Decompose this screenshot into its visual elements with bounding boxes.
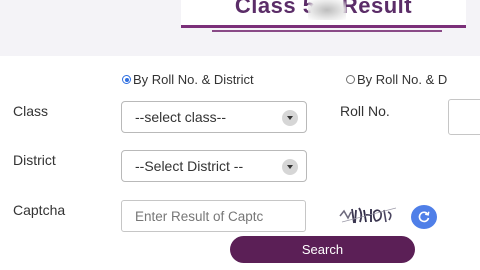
radio-by-roll-district-label: By Roll No. & District xyxy=(133,72,254,87)
district-label: District xyxy=(13,152,56,168)
radio-unchecked-icon[interactable] xyxy=(346,75,355,84)
class-select-value: --select class-- xyxy=(135,109,227,125)
radio-checked-icon[interactable] xyxy=(122,75,131,84)
class-label: Class xyxy=(13,103,49,119)
chevron-down-icon[interactable] xyxy=(282,159,298,175)
captcha-label: Captcha xyxy=(13,202,66,218)
class-select[interactable]: --select class-- xyxy=(121,101,307,133)
radio-by-roll-district[interactable]: By Roll No. & District xyxy=(122,72,254,87)
captcha-input[interactable] xyxy=(121,200,306,232)
captcha-image xyxy=(339,207,397,224)
radio-by-roll-other[interactable]: By Roll No. & D xyxy=(346,72,447,87)
chevron-down-icon[interactable] xyxy=(282,110,298,126)
roll-no-input[interactable] xyxy=(448,99,480,135)
district-select-value: --Select District -- xyxy=(135,158,244,174)
radio-by-roll-other-label: By Roll No. & D xyxy=(357,72,448,87)
title-logo-blur xyxy=(308,0,346,20)
refresh-icon xyxy=(418,211,430,223)
search-button[interactable]: Search xyxy=(230,236,415,263)
refresh-captcha-button[interactable] xyxy=(411,205,437,229)
district-select[interactable]: --Select District -- xyxy=(121,150,307,182)
title-underline xyxy=(212,30,442,32)
roll-no-label: Roll No. xyxy=(340,103,390,119)
